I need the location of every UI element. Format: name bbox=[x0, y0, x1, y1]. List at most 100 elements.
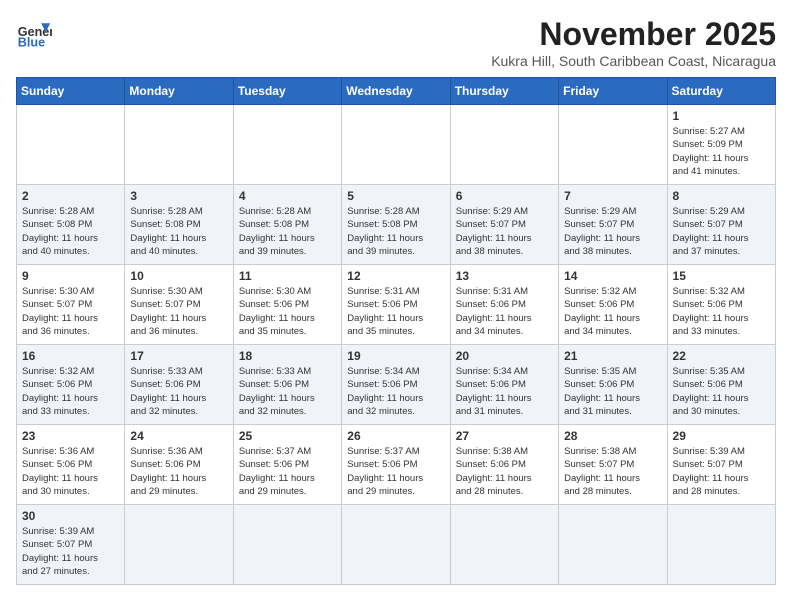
day-info: Sunrise: 5:34 AMSunset: 5:06 PMDaylight:… bbox=[347, 365, 444, 418]
calendar-day-cell: 27 Sunrise: 5:38 AMSunset: 5:06 PMDayligh… bbox=[450, 425, 558, 505]
day-info: Sunrise: 5:31 AMSunset: 5:06 PMDaylight:… bbox=[456, 285, 553, 338]
day-number: 29 bbox=[673, 429, 770, 443]
day-number: 17 bbox=[130, 349, 227, 363]
calendar-day-cell: 20 Sunrise: 5:34 AMSunset: 5:06 PMDayligh… bbox=[450, 345, 558, 425]
calendar-day-cell: 26 Sunrise: 5:37 AMSunset: 5:06 PMDayligh… bbox=[342, 425, 450, 505]
day-number: 25 bbox=[239, 429, 336, 443]
day-info: Sunrise: 5:28 AMSunset: 5:08 PMDaylight:… bbox=[239, 205, 336, 258]
day-info: Sunrise: 5:38 AMSunset: 5:07 PMDaylight:… bbox=[564, 445, 661, 498]
logo-icon: General Blue bbox=[16, 16, 52, 52]
day-of-week-header: Saturday bbox=[667, 78, 775, 105]
day-number: 8 bbox=[673, 189, 770, 203]
day-info: Sunrise: 5:37 AMSunset: 5:06 PMDaylight:… bbox=[239, 445, 336, 498]
calendar-day-cell: 30 Sunrise: 5:39 AMSunset: 5:07 PMDayligh… bbox=[17, 505, 125, 585]
calendar-table: SundayMondayTuesdayWednesdayThursdayFrid… bbox=[16, 77, 776, 585]
day-info: Sunrise: 5:35 AMSunset: 5:06 PMDaylight:… bbox=[673, 365, 770, 418]
calendar-day-cell: 17 Sunrise: 5:33 AMSunset: 5:06 PMDayligh… bbox=[125, 345, 233, 425]
calendar-day-cell: 5 Sunrise: 5:28 AMSunset: 5:08 PMDaylight… bbox=[342, 185, 450, 265]
calendar-day-cell bbox=[17, 105, 125, 185]
day-number: 27 bbox=[456, 429, 553, 443]
day-info: Sunrise: 5:27 AMSunset: 5:09 PMDaylight:… bbox=[673, 125, 770, 178]
day-number: 26 bbox=[347, 429, 444, 443]
calendar-day-cell: 6Sunrise: 5:29 AMSunset: 5:07 PMDaylight… bbox=[450, 185, 558, 265]
day-number: 23 bbox=[22, 429, 119, 443]
calendar-day-cell bbox=[667, 505, 775, 585]
day-number: 14 bbox=[564, 269, 661, 283]
calendar-day-cell: 9Sunrise: 5:30 AMSunset: 5:07 PMDaylight… bbox=[17, 265, 125, 345]
calendar-day-cell: 25 Sunrise: 5:37 AMSunset: 5:06 PMDayligh… bbox=[233, 425, 341, 505]
logo: General Blue bbox=[16, 16, 52, 52]
calendar-day-cell bbox=[450, 505, 558, 585]
day-number: 19 bbox=[347, 349, 444, 363]
day-number: 20 bbox=[456, 349, 553, 363]
day-number: 12 bbox=[347, 269, 444, 283]
day-info: Sunrise: 5:29 AMSunset: 5:07 PMDaylight:… bbox=[673, 205, 770, 258]
day-number: 9 bbox=[22, 269, 119, 283]
day-number: 18 bbox=[239, 349, 336, 363]
calendar-day-cell bbox=[125, 105, 233, 185]
calendar-day-cell bbox=[342, 105, 450, 185]
day-number: 7 bbox=[564, 189, 661, 203]
day-number: 15 bbox=[673, 269, 770, 283]
calendar-day-cell: 10 Sunrise: 5:30 AMSunset: 5:07 PMDayligh… bbox=[125, 265, 233, 345]
calendar-day-cell bbox=[233, 505, 341, 585]
day-info: Sunrise: 5:32 AMSunset: 5:06 PMDaylight:… bbox=[22, 365, 119, 418]
day-info: Sunrise: 5:29 AMSunset: 5:07 PMDaylight:… bbox=[564, 205, 661, 258]
day-info: Sunrise: 5:39 AMSunset: 5:07 PMDaylight:… bbox=[673, 445, 770, 498]
day-info: Sunrise: 5:34 AMSunset: 5:06 PMDaylight:… bbox=[456, 365, 553, 418]
day-info: Sunrise: 5:30 AMSunset: 5:07 PMDaylight:… bbox=[130, 285, 227, 338]
page-header: General Blue November 2025 Kukra Hill, S… bbox=[16, 16, 776, 69]
calendar-week-row: 2 Sunrise: 5:28 AMSunset: 5:08 PMDaylight… bbox=[17, 185, 776, 265]
day-info: Sunrise: 5:33 AMSunset: 5:06 PMDaylight:… bbox=[239, 365, 336, 418]
day-info: Sunrise: 5:31 AMSunset: 5:06 PMDaylight:… bbox=[347, 285, 444, 338]
calendar-day-cell bbox=[342, 505, 450, 585]
day-info: Sunrise: 5:28 AMSunset: 5:08 PMDaylight:… bbox=[347, 205, 444, 258]
calendar-day-cell bbox=[450, 105, 558, 185]
day-of-week-header: Wednesday bbox=[342, 78, 450, 105]
day-number: 5 bbox=[347, 189, 444, 203]
day-of-week-header: Monday bbox=[125, 78, 233, 105]
calendar-day-cell: 28 Sunrise: 5:38 AMSunset: 5:07 PMDayligh… bbox=[559, 425, 667, 505]
calendar-week-row: 30 Sunrise: 5:39 AMSunset: 5:07 PMDayligh… bbox=[17, 505, 776, 585]
day-info: Sunrise: 5:39 AMSunset: 5:07 PMDaylight:… bbox=[22, 525, 119, 578]
svg-text:Blue: Blue bbox=[18, 36, 45, 50]
day-info: Sunrise: 5:32 AMSunset: 5:06 PMDaylight:… bbox=[673, 285, 770, 338]
calendar-week-row: 9 Sunrise: 5:30 AMSunset: 5:07 PMDaylight… bbox=[17, 265, 776, 345]
day-of-week-header: Sunday bbox=[17, 78, 125, 105]
calendar-day-cell: 24Sunrise: 5:36 AMSunset: 5:06 PMDayligh… bbox=[125, 425, 233, 505]
day-number: 28 bbox=[564, 429, 661, 443]
day-info: Sunrise: 5:38 AMSunset: 5:06 PMDaylight:… bbox=[456, 445, 553, 498]
calendar-day-cell: 4 Sunrise: 5:28 AMSunset: 5:08 PMDaylight… bbox=[233, 185, 341, 265]
calendar-day-cell: 15 Sunrise: 5:32 AMSunset: 5:06 PMDayligh… bbox=[667, 265, 775, 345]
calendar-day-cell: 18 Sunrise: 5:33 AMSunset: 5:06 PMDayligh… bbox=[233, 345, 341, 425]
calendar-day-cell bbox=[125, 505, 233, 585]
calendar-day-cell: 19 Sunrise: 5:34 AMSunset: 5:06 PMDayligh… bbox=[342, 345, 450, 425]
day-info: Sunrise: 5:37 AMSunset: 5:06 PMDaylight:… bbox=[347, 445, 444, 498]
day-info: Sunrise: 5:36 AMSunset: 5:06 PMDaylight:… bbox=[22, 445, 119, 498]
calendar-day-cell: 13 Sunrise: 5:31 AMSunset: 5:06 PMDayligh… bbox=[450, 265, 558, 345]
day-number: 13 bbox=[456, 269, 553, 283]
calendar-day-cell: 16 Sunrise: 5:32 AMSunset: 5:06 PMDayligh… bbox=[17, 345, 125, 425]
calendar-week-row: 1 Sunrise: 5:27 AMSunset: 5:09 PMDaylight… bbox=[17, 105, 776, 185]
calendar-day-cell: 22 Sunrise: 5:35 AMSunset: 5:06 PMDayligh… bbox=[667, 345, 775, 425]
day-number: 4 bbox=[239, 189, 336, 203]
calendar-day-cell: 23 Sunrise: 5:36 AMSunset: 5:06 PMDayligh… bbox=[17, 425, 125, 505]
day-number: 10 bbox=[130, 269, 227, 283]
calendar-day-cell: 8 Sunrise: 5:29 AMSunset: 5:07 PMDaylight… bbox=[667, 185, 775, 265]
calendar-day-cell: 3Sunrise: 5:28 AMSunset: 5:08 PMDaylight… bbox=[125, 185, 233, 265]
day-number: 30 bbox=[22, 509, 119, 523]
day-number: 2 bbox=[22, 189, 119, 203]
day-info: Sunrise: 5:33 AMSunset: 5:06 PMDaylight:… bbox=[130, 365, 227, 418]
day-number: 21 bbox=[564, 349, 661, 363]
location-subtitle: Kukra Hill, South Caribbean Coast, Nicar… bbox=[491, 53, 776, 69]
day-of-week-header: Thursday bbox=[450, 78, 558, 105]
day-info: Sunrise: 5:32 AMSunset: 5:06 PMDaylight:… bbox=[564, 285, 661, 338]
day-info: Sunrise: 5:30 AMSunset: 5:06 PMDaylight:… bbox=[239, 285, 336, 338]
title-section: November 2025 Kukra Hill, South Caribbea… bbox=[491, 16, 776, 69]
day-number: 22 bbox=[673, 349, 770, 363]
calendar-day-cell: 11Sunrise: 5:30 AMSunset: 5:06 PMDayligh… bbox=[233, 265, 341, 345]
day-number: 1 bbox=[673, 109, 770, 123]
day-number: 6 bbox=[456, 189, 553, 203]
day-number: 16 bbox=[22, 349, 119, 363]
calendar-day-cell: 14 Sunrise: 5:32 AMSunset: 5:06 PMDayligh… bbox=[559, 265, 667, 345]
